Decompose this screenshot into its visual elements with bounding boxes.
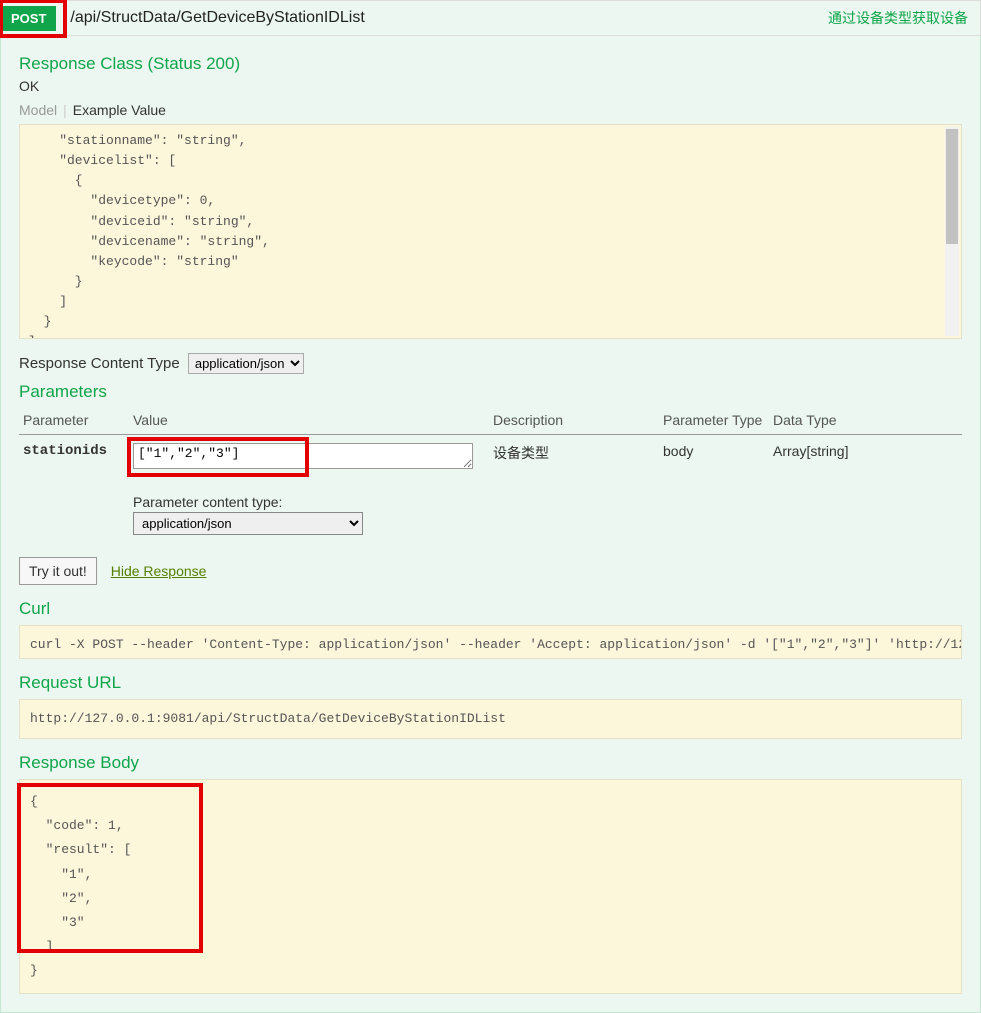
col-description: Description (489, 406, 659, 435)
operation-header[interactable]: POST /api/StructData/GetDeviceByStationI… (0, 0, 981, 36)
response-class-title: Response Class (Status 200) (19, 54, 962, 74)
endpoint-summary: 通过设备类型获取设备 (828, 8, 980, 28)
request-url-title: Request URL (19, 673, 962, 693)
example-value-box[interactable]: "stationname": "string", "devicelist": [… (19, 124, 962, 339)
param-description: 设备类型 (489, 435, 659, 544)
param-type: body (659, 435, 769, 544)
param-content-type-select[interactable]: application/json (133, 512, 363, 535)
response-body-output[interactable]: { "code": 1, "result": [ "1", "2", "3" ]… (19, 779, 962, 993)
http-method-badge: POST (1, 6, 56, 31)
curl-output[interactable]: curl -X POST --header 'Content-Type: app… (19, 625, 962, 659)
col-value: Value (129, 406, 489, 435)
param-content-type-label: Parameter content type: (133, 494, 485, 510)
model-example-tabs: Model|Example Value (19, 102, 962, 118)
response-content-type-label: Response Content Type (19, 355, 180, 372)
scrollbar-track[interactable] (945, 127, 959, 336)
try-it-out-button[interactable]: Try it out! (19, 557, 97, 585)
parameters-title: Parameters (19, 382, 962, 402)
param-data-type: Array[string] (769, 435, 962, 544)
table-row: stationids Parameter content type: appli… (19, 435, 962, 544)
param-name: stationids (19, 435, 129, 544)
example-value-text: "stationname": "string", "devicelist": [… (28, 133, 270, 339)
response-content-type-row: Response Content Type application/json (19, 353, 962, 374)
curl-title: Curl (19, 599, 962, 619)
param-value-input[interactable] (133, 443, 473, 469)
parameters-table: Parameter Value Description Parameter Ty… (19, 406, 962, 543)
col-parameter-type: Parameter Type (659, 406, 769, 435)
request-url-output: http://127.0.0.1:9081/api/StructData/Get… (19, 699, 962, 739)
col-parameter: Parameter (19, 406, 129, 435)
scrollbar-thumb[interactable] (946, 129, 958, 244)
tab-model[interactable]: Model (19, 102, 57, 118)
response-body-title: Response Body (19, 753, 962, 773)
response-class-status: OK (19, 78, 962, 94)
hide-response-link[interactable]: Hide Response (111, 563, 207, 579)
endpoint-path: /api/StructData/GetDeviceByStationIDList (56, 9, 828, 27)
operation-content: Response Class (Status 200) OK Model|Exa… (0, 36, 981, 1013)
actions-row: Try it out! Hide Response (19, 557, 962, 585)
response-content-type-select[interactable]: application/json (188, 353, 304, 374)
col-data-type: Data Type (769, 406, 962, 435)
tab-example-value[interactable]: Example Value (73, 102, 166, 118)
